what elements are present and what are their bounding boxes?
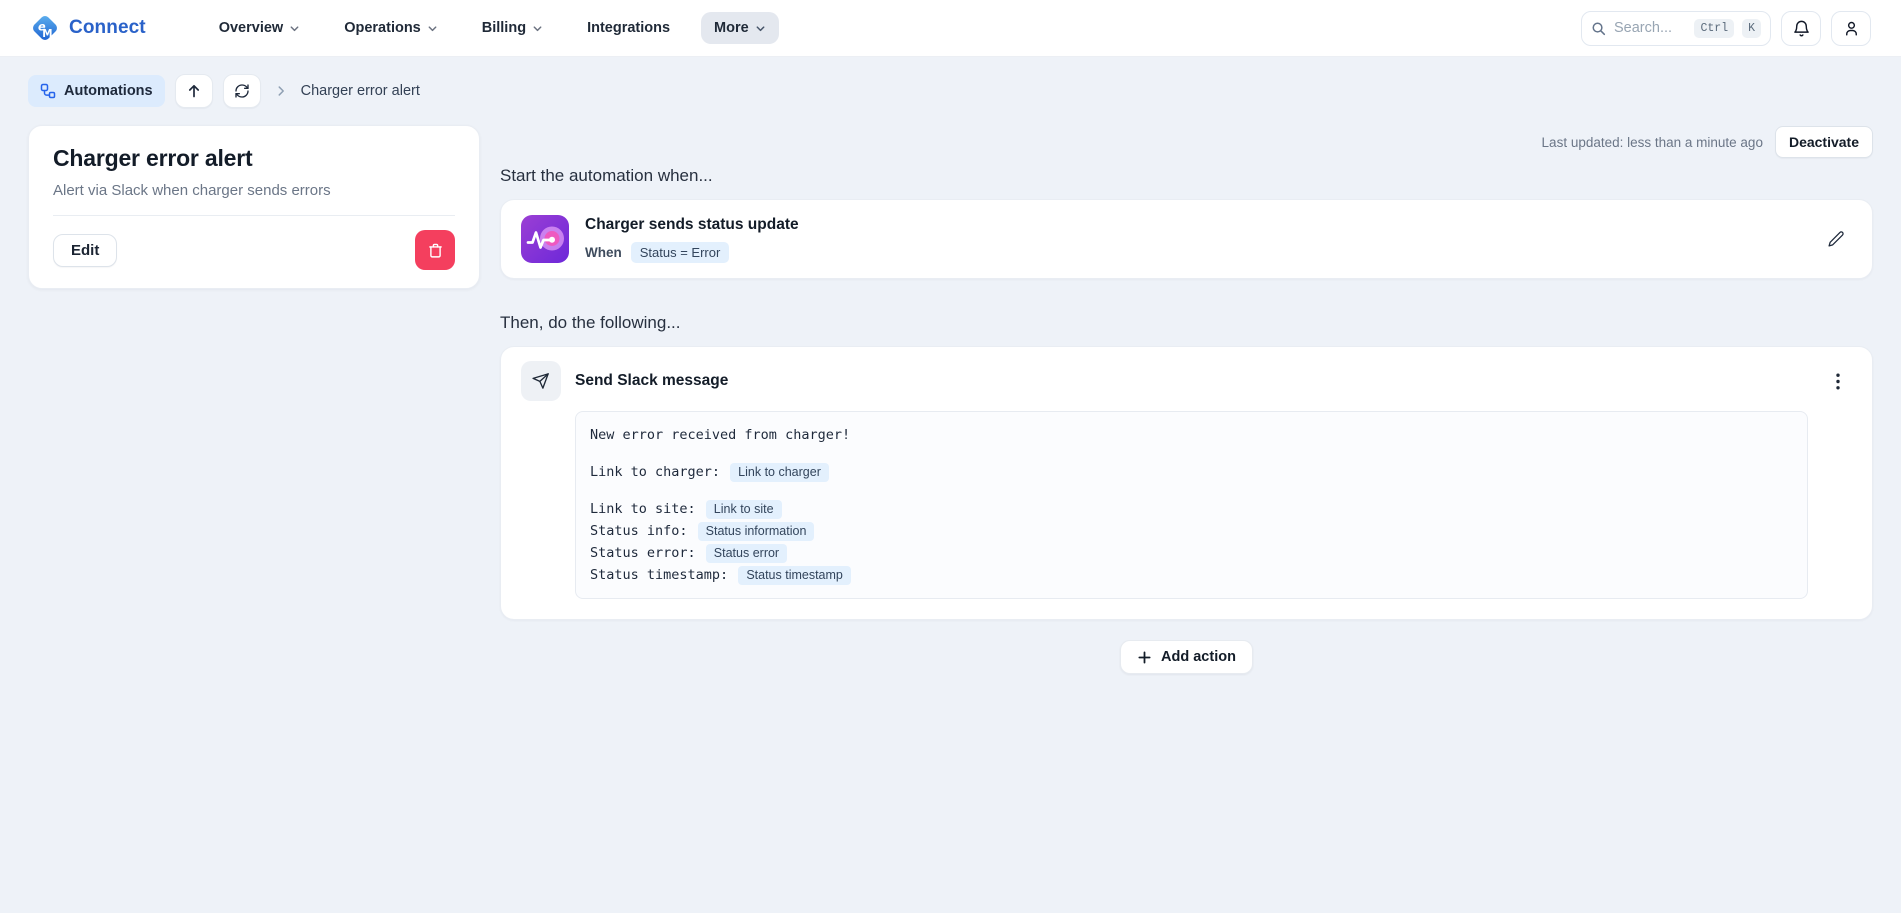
main-nav: Overview Operations Billing Integrations… [206, 12, 779, 44]
last-updated-text: Last updated: less than a minute ago [1542, 135, 1763, 150]
flow-meta-row: Last updated: less than a minute ago Dea… [500, 125, 1873, 159]
delete-button[interactable] [415, 230, 455, 270]
template-variable-chip[interactable]: Status information [698, 522, 815, 541]
message-line: New error received from charger! [590, 424, 1793, 446]
nav-more[interactable]: More [701, 12, 779, 44]
nav-overview-label: Overview [219, 20, 284, 36]
breadcrumb: Automations Charger error alert [28, 74, 1873, 108]
template-variable-chip[interactable]: Status error [706, 544, 787, 563]
message-text: Status timestamp: [590, 567, 736, 583]
charger-pulse-icon [521, 215, 569, 263]
connect-logo-icon: e M [30, 13, 60, 43]
action-title: Send Slack message [575, 372, 728, 390]
action-icon-wrap [521, 361, 561, 401]
message-text: Link to charger: [590, 464, 728, 480]
nav-operations[interactable]: Operations [331, 12, 451, 44]
chevron-right-icon [274, 84, 288, 98]
chevron-down-icon [532, 23, 543, 34]
workflow-icon [40, 83, 56, 99]
trigger-info: Charger sends status update When Status … [585, 216, 799, 263]
nav-more-label: More [714, 20, 749, 36]
slack-message-box[interactable]: New error received from charger! Link to … [575, 411, 1808, 599]
message-text: Status info: [590, 523, 696, 539]
brand-name: Connect [69, 17, 146, 39]
trigger-section-title: Start the automation when... [500, 166, 1873, 186]
kbd-k: K [1742, 19, 1761, 38]
trigger-card: Charger sends status update When Status … [500, 199, 1873, 279]
add-action-label: Add action [1161, 649, 1236, 665]
deactivate-button[interactable]: Deactivate [1775, 126, 1873, 158]
back-button[interactable] [175, 74, 213, 108]
chevron-down-icon [289, 23, 300, 34]
kebab-menu-icon [1836, 373, 1840, 390]
arrow-up-icon [186, 83, 202, 99]
user-menu-button[interactable] [1831, 11, 1871, 46]
trigger-title: Charger sends status update [585, 216, 799, 234]
message-line: Status error: Status error [590, 542, 1793, 564]
brand-logo[interactable]: e M Connect [30, 13, 146, 43]
nav-billing-label: Billing [482, 20, 526, 36]
nav-integrations-label: Integrations [587, 20, 670, 36]
message-blank-line [590, 446, 1793, 461]
nav-overview[interactable]: Overview [206, 12, 314, 44]
message-line: Status info: Status information [590, 520, 1793, 542]
search-input[interactable]: Search... Ctrl K [1581, 11, 1771, 46]
trigger-condition-row: When Status = Error [585, 242, 799, 263]
top-navigation-bar: e M Connect Overview Operations Billing … [0, 0, 1901, 57]
detail-card-actions: Edit [53, 230, 455, 270]
trash-icon [427, 242, 444, 259]
notifications-button[interactable] [1781, 11, 1821, 46]
automation-flow: Last updated: less than a minute ago Dea… [500, 125, 1873, 674]
template-variable-chip[interactable]: Link to charger [730, 463, 829, 482]
message-text: Link to site: [590, 501, 704, 517]
content-area: Charger error alert Alert via Slack when… [28, 125, 1873, 674]
message-line: Status timestamp: Status timestamp [590, 564, 1793, 586]
automation-title: Charger error alert [53, 145, 455, 172]
chevron-down-icon [427, 23, 438, 34]
chevron-down-icon [755, 23, 766, 34]
action-section-title: Then, do the following... [500, 313, 1873, 333]
edit-button[interactable]: Edit [53, 234, 117, 267]
message-text: Status error: [590, 545, 704, 561]
automation-description: Alert via Slack when charger sends error… [53, 182, 455, 199]
plus-icon [1137, 650, 1152, 665]
add-action-row: Add action [500, 640, 1873, 674]
search-icon [1591, 21, 1606, 36]
message-blank-line [590, 483, 1793, 498]
trigger-condition-chip[interactable]: Status = Error [631, 242, 730, 263]
message-text: New error received from charger! [590, 427, 850, 443]
automation-detail-card: Charger error alert Alert via Slack when… [28, 125, 480, 289]
edit-trigger-button[interactable] [1820, 223, 1852, 255]
refresh-button[interactable] [223, 74, 261, 108]
breadcrumb-current: Charger error alert [301, 83, 420, 99]
breadcrumb-root-label: Automations [64, 83, 153, 99]
nav-operations-label: Operations [344, 20, 421, 36]
add-action-button[interactable]: Add action [1120, 640, 1253, 674]
bell-icon [1792, 19, 1811, 38]
nav-integrations[interactable]: Integrations [574, 12, 683, 44]
when-label: When [585, 245, 622, 260]
topbar-actions: Search... Ctrl K [1581, 11, 1871, 46]
template-variable-chip[interactable]: Status timestamp [738, 566, 851, 585]
action-card: Send Slack message New error received fr… [500, 346, 1873, 620]
template-variable-chip[interactable]: Link to site [706, 500, 782, 519]
nav-billing[interactable]: Billing [469, 12, 556, 44]
refresh-icon [234, 83, 250, 99]
user-icon [1842, 19, 1861, 38]
divider [53, 215, 455, 216]
pencil-icon [1827, 230, 1845, 248]
search-placeholder: Search... [1614, 20, 1686, 36]
svg-text:M: M [42, 28, 52, 40]
message-line: Link to charger: Link to charger [590, 461, 1793, 483]
action-header: Send Slack message [521, 361, 1852, 401]
kbd-ctrl: Ctrl [1694, 19, 1734, 38]
page-body: Automations Charger error alert Charger … [0, 74, 1901, 674]
action-menu-button[interactable] [1824, 367, 1852, 395]
paper-plane-icon [532, 372, 550, 390]
breadcrumb-automations[interactable]: Automations [28, 75, 165, 107]
message-line: Link to site: Link to site [590, 498, 1793, 520]
